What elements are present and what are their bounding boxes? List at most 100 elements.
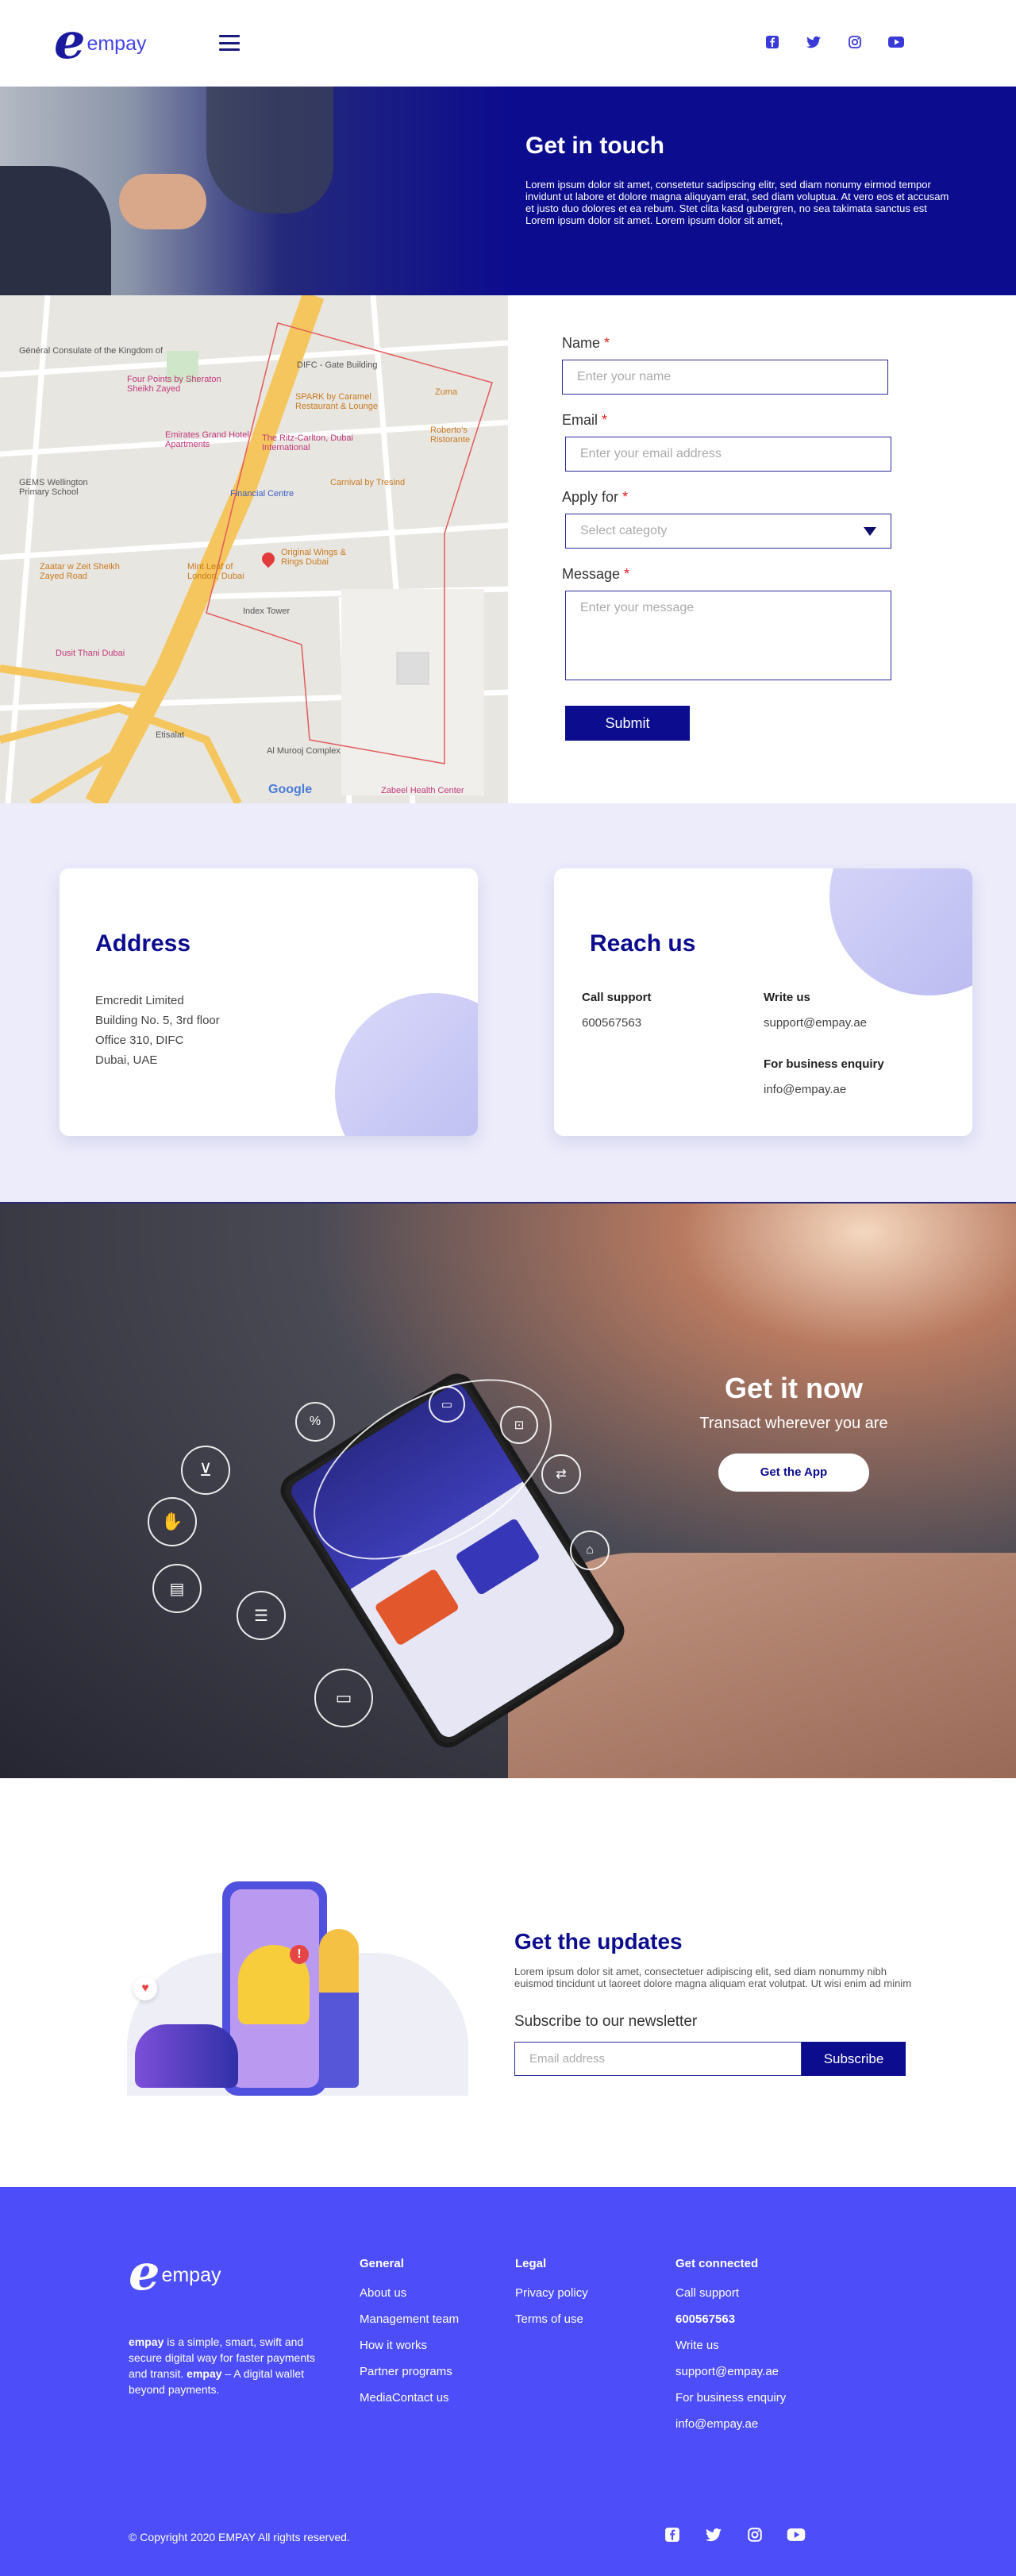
business-enquiry-label: For business enquiry — [764, 1057, 884, 1071]
footer-business-email[interactable]: info@empay.ae — [675, 2411, 786, 2437]
facebook-icon[interactable] — [764, 33, 781, 51]
instagram-icon[interactable] — [745, 2524, 765, 2545]
footer-support-email[interactable]: support@empay.ae — [675, 2358, 786, 2385]
map-label: Financial Centre — [230, 489, 294, 499]
map-label: GEMS Wellington Primary School — [19, 478, 88, 497]
alert-badge-icon: ! — [290, 1945, 309, 1964]
hamburger-icon[interactable] — [219, 35, 240, 51]
category-select[interactable]: Select categoty — [565, 514, 891, 549]
name-field-group: Name * Enter your name — [562, 335, 960, 395]
map-label: Dusit Thani Dubai — [56, 649, 125, 658]
map-label: SPARK by Caramel Restaurant & Lounge — [295, 392, 378, 411]
dropdown-arrow-icon — [864, 526, 876, 536]
footer-business-label: For business enquiry — [675, 2391, 787, 2405]
map-label: Mint Leaf of London, Dubai — [187, 562, 244, 581]
twitter-icon[interactable] — [703, 2524, 724, 2545]
map-label: Emirates Grand Hotel Apartments — [165, 430, 249, 449]
percent-icon: % — [295, 1402, 335, 1442]
support-email-link[interactable]: support@empay.ae — [764, 1016, 867, 1030]
youtube-icon[interactable] — [786, 2524, 806, 2545]
contact-form: Name * Enter your name Email * Enter you… — [508, 295, 1016, 803]
bill-icon: ▤ — [152, 1564, 202, 1613]
write-us-label: Write us — [764, 991, 810, 1004]
footer-heading: Get connected — [675, 2257, 759, 2270]
address-title: Address — [95, 930, 191, 957]
reach-us-card: Reach us Call support 600567563 Write us… — [554, 868, 972, 1136]
map-label: Al Murooj Complex — [267, 746, 341, 756]
apply-label: Apply for * — [562, 489, 629, 505]
business-email-link[interactable]: info@empay.ae — [764, 1083, 846, 1096]
map-label: Zaatar w Zeit Sheikh Zayed Road — [40, 562, 120, 581]
location-map[interactable]: Général Consulate of the Kingdom of Four… — [0, 295, 508, 803]
heart-icon: ♥ — [133, 1977, 157, 2000]
message-label: Message * — [562, 566, 630, 582]
hero-content: Get in touch Lorem ipsum dolor sit amet,… — [525, 133, 954, 226]
map-label: DIFC - Gate Building — [297, 360, 378, 370]
contact-info-section: Address Emcredit Limited Building No. 5,… — [0, 803, 1016, 1202]
hand-money-icon: ✋ — [148, 1497, 197, 1546]
address-card: Address Emcredit Limited Building No. 5,… — [60, 868, 478, 1136]
logo-text: empay — [161, 2264, 221, 2286]
footer-social-links — [662, 2524, 806, 2545]
email-input[interactable]: Enter your email address — [565, 437, 891, 472]
message-textarea[interactable]: Enter your message — [565, 591, 891, 680]
logo-text: empay — [87, 33, 147, 55]
address-line: Office 310, DIFC — [95, 1034, 184, 1047]
notification-illustration: ! ♥ — [111, 1881, 484, 2096]
bank-icon: ⌂ — [570, 1531, 610, 1570]
empay-logo[interactable]: e empay — [54, 12, 147, 70]
footer-connect-column: Get connected Call support 600567563 Wri… — [675, 2256, 786, 2437]
get-app-title: Get it now — [725, 1372, 863, 1404]
copyright: © Copyright 2020 EMPAY All rights reserv… — [129, 2531, 350, 2543]
map-label: Général Consulate of the Kingdom of — [19, 346, 164, 356]
twitter-icon[interactable] — [805, 33, 822, 51]
business-enquiry-block: For business enquiry info@empay.ae — [764, 1057, 884, 1097]
submit-button[interactable]: Submit — [565, 706, 690, 741]
footer-heading: General — [360, 2257, 404, 2270]
handshake-image — [0, 87, 508, 295]
email-field-group: Email * Enter your email address — [562, 412, 960, 472]
get-the-app-button[interactable]: Get the App — [718, 1454, 869, 1492]
subscribe-label: Subscribe to our newsletter — [514, 2013, 698, 2030]
subscribe-button[interactable]: Subscribe — [802, 2042, 906, 2076]
name-input[interactable]: Enter your name — [562, 360, 888, 395]
footer-phone-link[interactable]: 600567563 — [675, 2306, 786, 2332]
footer-heading: Legal — [515, 2257, 547, 2270]
map-label: Index Tower — [243, 606, 291, 616]
footer-link-terms[interactable]: Terms of use — [515, 2306, 588, 2332]
footer-link-how-it-works[interactable]: How it works — [360, 2332, 459, 2358]
footer-legal-column: Legal Privacy policy Terms of use — [515, 2256, 588, 2332]
footer-general-column: General About us Management team How it … — [360, 2256, 459, 2411]
receipt-icon: ☰ — [237, 1591, 286, 1640]
google-logo: Google — [268, 783, 313, 796]
footer-link-media-contact[interactable]: MediaContact us — [360, 2385, 459, 2411]
address-line: Building No. 5, 3rd floor — [95, 1014, 220, 1027]
footer-link-partners[interactable]: Partner programs — [360, 2358, 459, 2385]
logo-mark: e — [54, 12, 86, 70]
reach-title: Reach us — [590, 930, 696, 957]
newsletter-content: Get the updates Lorem ipsum dolor sit am… — [514, 1929, 919, 2076]
map-label: Original Wings & Rings Dubai — [281, 548, 346, 567]
facebook-icon[interactable] — [662, 2524, 683, 2545]
hero-text: Lorem ipsum dolor sit amet, consetetur s… — [525, 179, 949, 226]
footer-link-management[interactable]: Management team — [360, 2306, 459, 2332]
logo-mark: e — [129, 2243, 160, 2301]
cart-icon: ⊻ — [181, 1446, 230, 1495]
card-icon: ▭ — [314, 1669, 373, 1727]
decorative-blob — [829, 868, 972, 995]
footer-logo[interactable]: e empay — [129, 2243, 221, 2301]
instagram-icon[interactable] — [846, 33, 864, 51]
decorative-blob — [335, 993, 478, 1136]
map-label: Roberto's Ristorante — [430, 425, 471, 445]
footer-link-about[interactable]: About us — [360, 2280, 459, 2306]
youtube-icon[interactable] — [887, 33, 905, 51]
contact-section: Général Consulate of the Kingdom of Four… — [0, 295, 1016, 803]
call-support-number[interactable]: 600567563 — [582, 1016, 641, 1030]
newsletter-email-input[interactable]: Email address — [514, 2042, 802, 2076]
map-label: Four Points by Sheraton Sheikh Zayed — [127, 375, 221, 394]
wallet-icon: ▭ — [429, 1386, 465, 1423]
call-support-label: Call support — [582, 991, 652, 1004]
footer-link-privacy[interactable]: Privacy policy — [515, 2280, 588, 2306]
newsletter-text: Lorem ipsum dolor sit amet, consectetuer… — [514, 1966, 912, 1989]
map-label: Zabeel Health Center — [381, 786, 464, 795]
